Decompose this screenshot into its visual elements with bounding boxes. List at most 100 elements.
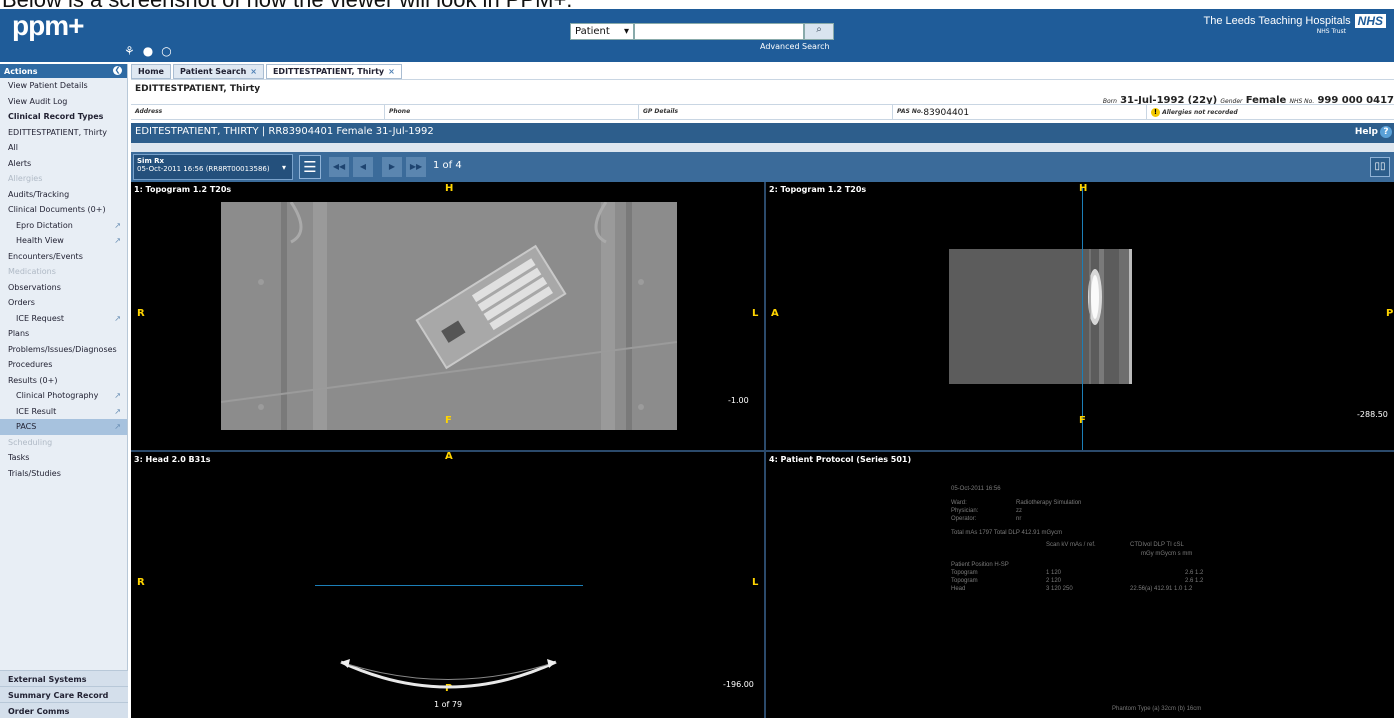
sidebar-item-scheduling: Scheduling: [8, 437, 53, 447]
sidebar-item-audits[interactable]: Audits/Tracking: [0, 187, 127, 203]
user-icon[interactable]: ●: [143, 44, 153, 58]
sidebar-item-observations[interactable]: Observations: [0, 280, 127, 296]
sidebar-footer: External Systems Summary Care Record Ord…: [0, 670, 128, 718]
next-page-button[interactable]: ▶: [382, 157, 402, 177]
tab-patient-search[interactable]: Patient Search ×: [172, 64, 264, 79]
sidebar-item-ice-request[interactable]: ICE Request ↗: [0, 311, 127, 327]
sidebar-section-clinical-record-types: Clinical Record Types: [8, 112, 104, 121]
trust-logo: The Leeds Teaching Hospitals NHS NHS Trus…: [1203, 14, 1386, 35]
window-value: -196.00: [723, 680, 754, 689]
search-button[interactable]: ⌕: [804, 23, 834, 40]
patient-name: EDITTESTPATIENT, Thirty: [135, 84, 261, 94]
header-icons: ⚘ ● ○: [124, 44, 172, 58]
first-page-button[interactable]: ◀◀: [329, 157, 349, 177]
allergy-status: ! Allergies not recorded: [1147, 105, 1394, 119]
layout-toggle-button[interactable]: ▯▯: [1370, 157, 1390, 177]
slice-counter: 1 of 79: [434, 700, 463, 709]
page-count: 1 of 4: [433, 160, 462, 171]
viewport-label: 1: Topogram 1.2 T20s: [134, 185, 232, 194]
sidebar-item-orders[interactable]: Orders: [0, 295, 127, 311]
sidebar-item-view-audit-log[interactable]: View Audit Log: [0, 94, 127, 110]
sidebar-item-clinical-documents[interactable]: Clinical Documents (0+): [0, 202, 127, 218]
page-caption: Below is a screenshot of how the viewer …: [0, 0, 1394, 9]
app-header: ppm+ ⚘ ● ○ Patient ▾ ⌕ Advanced Search Th…: [0, 9, 1394, 62]
orientation-left: R: [137, 308, 145, 319]
sidebar-item-procedures[interactable]: Procedures: [0, 357, 127, 373]
sidebar-item-trials[interactable]: Trials/Studies: [0, 466, 127, 482]
sidebar-item-patient[interactable]: EDITTESTPATIENT, Thirty: [0, 125, 127, 141]
spacer: [131, 143, 1394, 152]
sidebar: Actions ❮ View Patient Details View Audi…: [0, 64, 128, 718]
sidebar-item-health-view[interactable]: Health View ↗: [0, 233, 127, 249]
search-type-select[interactable]: Patient ▾: [570, 23, 634, 40]
tab-patient[interactable]: EDITTESTPATIENT, Thirty ×: [265, 64, 402, 79]
advanced-search-link[interactable]: Advanced Search: [760, 42, 830, 51]
sidebar-order-comms[interactable]: Order Comms: [0, 702, 128, 718]
page-title-bar: EDITESTPATIENT, THIRTY | RR83904401 Fema…: [131, 123, 1394, 143]
patient-protocol-report: 05-Oct-2011 16:56 Ward: Radiotherapy Simu…: [951, 486, 1204, 592]
sidebar-item-clinical-photography[interactable]: Clinical Photography ↗: [0, 388, 127, 404]
caret-down-icon: ▾: [281, 163, 286, 172]
patient-banner: EDITTESTPATIENT, Thirty Born 31-Jul-1992…: [131, 79, 1394, 122]
reference-line: [1082, 188, 1083, 450]
phone-field: Phone: [385, 105, 639, 119]
orientation-left: A: [771, 308, 779, 319]
sidebar-header: Actions ❮: [0, 64, 127, 78]
topogram-graphic: [949, 249, 1132, 384]
orientation-right: L: [752, 577, 759, 588]
sidebar-external-systems[interactable]: External Systems: [0, 670, 128, 686]
orientation-top: H: [445, 183, 454, 194]
sidebar-item-plans[interactable]: Plans: [0, 326, 127, 342]
close-icon[interactable]: ×: [388, 67, 395, 76]
topogram-graphic: [220, 201, 678, 430]
search-input[interactable]: [634, 23, 804, 40]
viewport-1[interactable]: 1: Topogram 1.2 T20s H F R L -1.00: [131, 182, 764, 450]
series-select[interactable]: Sim Rx 05-Oct-2011 16:56 (RR8RT00013586)…: [133, 154, 293, 180]
link-icon[interactable]: ⚘: [124, 44, 135, 58]
power-icon[interactable]: ○: [161, 44, 171, 58]
banner-details-row: Address Phone GP Details PAS No. 8390440…: [131, 104, 1394, 120]
external-link-icon: ↗: [114, 422, 121, 431]
help-button[interactable]: Help?: [1355, 126, 1392, 138]
sidebar-item-tasks[interactable]: Tasks: [0, 450, 127, 466]
external-link-icon: ↗: [114, 391, 121, 400]
viewport-3[interactable]: 3: Head 2.0 B31s A P R L -196.00 1 of 79: [131, 452, 764, 718]
caret-down-icon: ▾: [623, 26, 629, 37]
patient-search: Patient ▾ ⌕: [570, 23, 834, 40]
orientation-right: L: [752, 308, 759, 319]
sidebar-item-all[interactable]: All: [0, 140, 127, 156]
collapse-icon[interactable]: ❮: [113, 66, 122, 75]
viewport-divider-horizontal[interactable]: [131, 450, 1394, 452]
external-link-icon: ↗: [114, 236, 121, 245]
sidebar-item-ice-result[interactable]: ICE Result ↗: [0, 404, 127, 420]
sidebar-item-allergies: Allergies: [8, 174, 43, 183]
tab-home[interactable]: Home: [131, 64, 171, 79]
sidebar-item-results[interactable]: Results (0+): [0, 373, 127, 389]
menu-button[interactable]: ☰: [299, 155, 321, 179]
external-link-icon: ↗: [114, 220, 121, 230]
close-icon[interactable]: ×: [250, 67, 257, 76]
gp-details-field: GP Details: [639, 105, 893, 119]
sidebar-item-epro-dictation[interactable]: Epro Dictation ↗: [0, 218, 127, 234]
previous-page-button[interactable]: ◀: [353, 157, 373, 177]
sidebar-item-encounters[interactable]: Encounters/Events: [0, 249, 127, 265]
orientation-left: R: [137, 577, 145, 588]
orientation-bottom: F: [445, 415, 452, 426]
sidebar-summary-care-record[interactable]: Summary Care Record: [0, 686, 128, 702]
reference-line: [315, 585, 583, 586]
ct-slice-graphic: [340, 659, 557, 689]
sidebar-item-pacs[interactable]: PACS ↗: [0, 419, 127, 435]
page-title: EDITESTPATIENT, THIRTY: [135, 126, 259, 137]
viewport-label: 4: Patient Protocol (Series 501): [769, 455, 912, 464]
app-logo[interactable]: ppm+: [12, 10, 84, 42]
last-page-button[interactable]: ▶▶: [406, 157, 426, 177]
warning-icon: !: [1151, 108, 1160, 117]
sidebar-item-alerts[interactable]: Alerts: [0, 156, 127, 172]
viewport-label: 3: Head 2.0 B31s: [134, 455, 211, 464]
sidebar-item-view-patient-details[interactable]: View Patient Details: [0, 78, 127, 94]
tab-bar: Home Patient Search × EDITTESTPATIENT, Th…: [131, 64, 402, 79]
address-field: Address: [131, 105, 385, 119]
viewport-4[interactable]: 4: Patient Protocol (Series 501) 05-Oct-…: [766, 452, 1394, 718]
viewport-2[interactable]: 2: Topogram 1.2 T20s H F A P -288.50: [766, 182, 1394, 450]
sidebar-item-problems[interactable]: Problems/Issues/Diagnoses: [0, 342, 127, 358]
